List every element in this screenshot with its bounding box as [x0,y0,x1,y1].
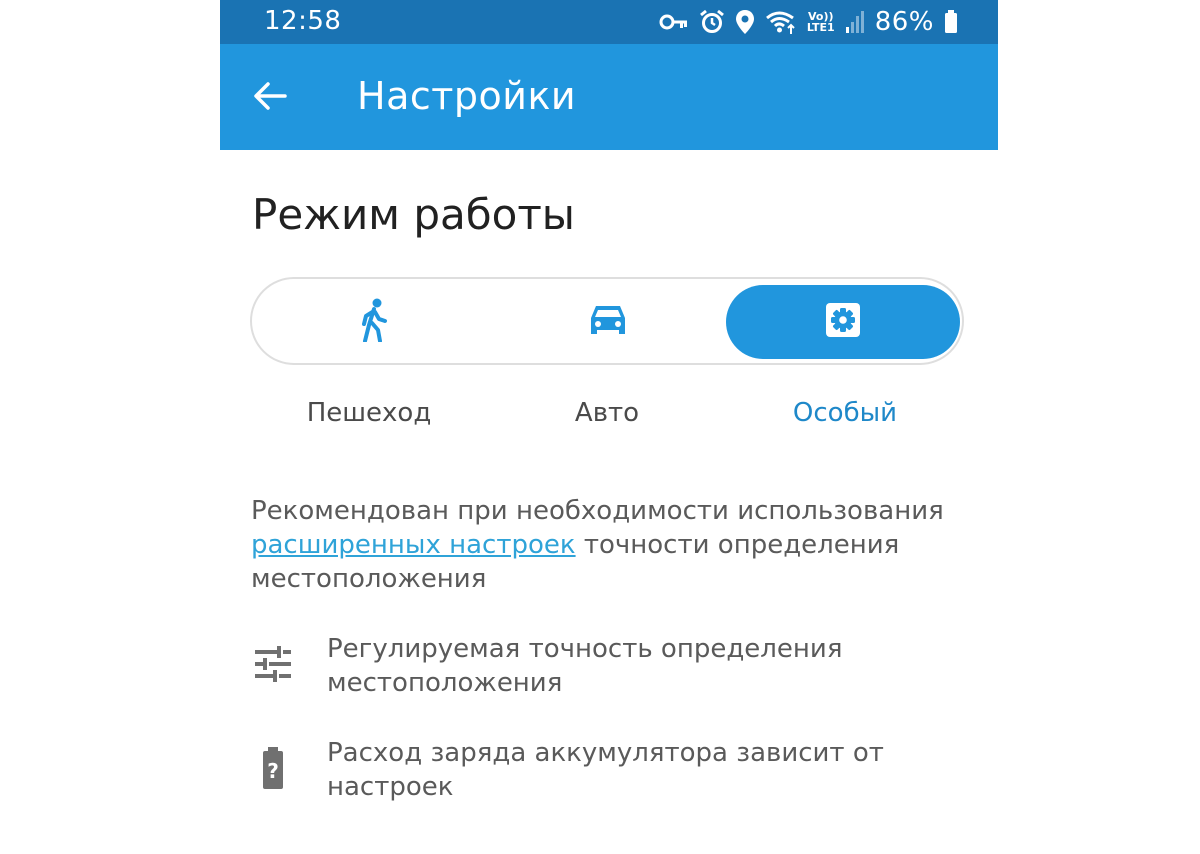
description-text-before: Рекомендован при необходимости использов… [251,496,944,526]
volte-bottom-label: LTE1 [806,21,835,34]
status-time: 12:58 [264,6,342,36]
mode-custom-button[interactable] [726,285,960,359]
mode-description: Рекомендован при необходимости использов… [251,494,971,596]
walk-icon [359,298,389,346]
volte-icon: Vo)) LTE1 [807,11,835,33]
mode-labels: Пешеход Авто Особый [250,398,964,432]
feature-battery-text: Расход заряда аккумулятора зависит от на… [327,738,884,802]
app-bar: Настройки [220,44,998,150]
settings-gear-icon [825,302,861,342]
key-icon [659,13,689,31]
car-icon [588,303,628,341]
status-icons: Vo)) LTE1 86% [659,6,958,38]
battery-unknown-icon: ? [251,746,295,790]
svg-text:?: ? [267,759,279,783]
feature-accuracy: Регулируемая точность определения местоп… [251,632,971,712]
mode-segmented-control [250,277,964,365]
section-title: Режим работы [252,190,575,239]
battery-percent: 86% [874,7,934,37]
mode-label-walk[interactable]: Пешеход [250,398,488,428]
arrow-back-icon [253,81,287,115]
feature-battery: ? Расход заряда аккумулятора зависит от … [251,736,971,816]
back-button[interactable] [246,74,294,122]
mode-car-button[interactable] [492,285,724,359]
battery-icon [944,10,958,34]
advanced-settings-link[interactable]: расширенных настроек [251,530,576,560]
wifi-icon [765,9,797,35]
tune-icon [251,642,295,686]
mode-walk-button[interactable] [258,285,490,359]
page-title: Настройки [357,74,577,118]
alarm-icon [699,9,725,35]
mode-label-custom[interactable]: Особый [726,398,964,428]
phone-screen: 12:58 Vo)) LTE1 86% Настройки Режим рабо… [220,0,998,854]
location-icon [735,9,755,35]
signal-icon [845,10,865,34]
feature-accuracy-text: Регулируемая точность определения местоп… [327,634,843,698]
status-bar: 12:58 Vo)) LTE1 86% [220,0,998,44]
mode-label-car[interactable]: Авто [488,398,726,428]
